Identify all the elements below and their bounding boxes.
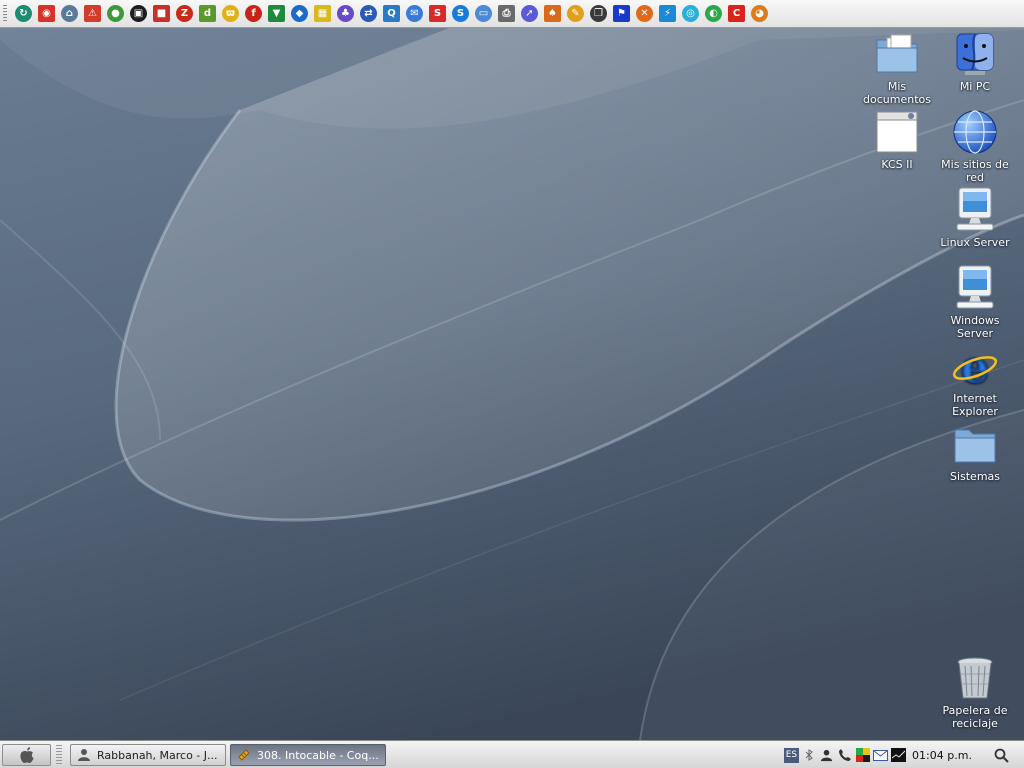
window-app-icon: [873, 108, 921, 156]
disc-blue-icon[interactable]: ◎: [682, 5, 699, 22]
monitor-graph-icon[interactable]: [890, 748, 906, 763]
task-button-chat[interactable]: Rabbanah, Marco - J...: [70, 744, 226, 766]
flash-player-icon[interactable]: f: [245, 5, 262, 22]
desktop-icon-linux-server[interactable]: Linux Server: [936, 186, 1014, 249]
refresh-globe-icon[interactable]: ↻: [15, 5, 32, 22]
ticket-orange-icon[interactable]: ✎: [567, 5, 584, 22]
disc-burn-icon[interactable]: ●: [107, 5, 124, 22]
desktop-icon-mis-documentos[interactable]: Mis documentos: [858, 30, 936, 106]
desktop-icon-mi-pc[interactable]: Mi PC: [936, 30, 1014, 93]
filezilla-icon[interactable]: Z: [176, 5, 193, 22]
task-label: Rabbanah, Marco - J...: [97, 748, 218, 762]
folder-documents-icon: [873, 30, 921, 78]
language-indicator[interactable]: ES: [784, 747, 799, 763]
desktop-icon-sistemas[interactable]: Sistemas: [936, 420, 1014, 483]
search-button[interactable]: [984, 744, 1018, 766]
skype-icon[interactable]: S: [429, 5, 446, 22]
computer-transfer-icon[interactable]: ⇄: [360, 5, 377, 22]
task-label: 308. Intocable - Coq...: [257, 748, 379, 762]
network-globe-icon: [951, 108, 999, 156]
firefox-icon[interactable]: ◕: [751, 5, 768, 22]
start-button[interactable]: [2, 744, 51, 766]
desktop-icon-internet-explorer[interactable]: e Internet Explorer: [936, 342, 1014, 419]
apple-icon: [19, 747, 33, 763]
task-button-media[interactable]: 308. Intocable - Coq...: [230, 744, 386, 766]
desktop-icon-label: Mis sitios de red: [941, 158, 1009, 184]
desktop-icon-papelera-de-reciclaje[interactable]: Papelera de reciclaje: [936, 654, 1014, 730]
stacked-windows-icon[interactable]: ❐: [590, 5, 607, 22]
desktop-icon-label: KCS II: [881, 158, 913, 171]
toolbar-grip[interactable]: [3, 5, 7, 22]
ticket-orange-icon: [238, 749, 250, 761]
quick-launch-toolbar: ↻ ◉ ⌂ ⚠ ● ▣ ■ Zd ϖ f ▼ ◆ ▦ ♣ ⇄ Q ✉ S S ▭ ⎙ ➚ ♠ ✎ ❐ ⚑ ✕ ⚡ ◎ ◐ C ◕: [0, 0, 1024, 28]
color-squares-icon[interactable]: [855, 748, 870, 763]
folder-icon: [951, 420, 999, 468]
key-tool-icon[interactable]: ♠: [544, 5, 561, 22]
skype-blue-icon[interactable]: S: [452, 5, 469, 22]
desktop-icon-mis-sitios-de-red[interactable]: Mis sitios de red: [936, 108, 1014, 184]
desktop-icon-label: Sistemas: [949, 470, 1001, 483]
warning-alert-icon[interactable]: ⚠: [84, 5, 101, 22]
computer-monitor-icon: [951, 264, 999, 312]
taskbar-separator[interactable]: [56, 745, 62, 765]
taskbar: Rabbanah, Marco - J... 308. Intocable - …: [0, 740, 1024, 768]
desktop-icon-label: Mi PC: [959, 80, 991, 93]
desktop-icon-label: Mis documentos: [863, 80, 931, 106]
mail-icon[interactable]: [872, 748, 888, 763]
winamp-icon[interactable]: ϖ: [222, 5, 239, 22]
internet-explorer-icon: e: [951, 342, 999, 394]
desktop-icon-label: Internet Explorer: [952, 392, 998, 418]
flag-blue-icon[interactable]: ⚑: [613, 5, 630, 22]
system-tray: ES: [784, 744, 906, 766]
globe-green-icon[interactable]: ◐: [705, 5, 722, 22]
magnify-search-icon[interactable]: Q: [383, 5, 400, 22]
dreamweaver-icon[interactable]: d: [199, 5, 216, 22]
scissors-x-icon[interactable]: ✕: [636, 5, 653, 22]
trash-bin-icon: [951, 654, 999, 702]
desktop-icon-windows-server[interactable]: Windows Server: [936, 264, 1014, 340]
desktop-icon-label: Windows Server: [950, 314, 1000, 340]
user-status-icon[interactable]: [820, 748, 835, 763]
user-icon: [78, 749, 90, 761]
computer-monitor-icon: [951, 186, 999, 234]
chat-bubble-icon[interactable]: ✉: [406, 5, 423, 22]
search-icon: [994, 748, 1009, 763]
desktop-icon-label: Linux Server: [940, 236, 1010, 249]
opera-red-icon[interactable]: C: [728, 5, 745, 22]
cube-blue-icon[interactable]: ◆: [291, 5, 308, 22]
desktop-icon-kcs-ii[interactable]: KCS II: [858, 108, 936, 171]
phone-icon[interactable]: [837, 748, 852, 763]
lightning-bolt-icon[interactable]: ⚡: [659, 5, 676, 22]
monitor-green-icon[interactable]: ▼: [268, 5, 285, 22]
cpu-chip-icon[interactable]: ▣: [130, 5, 147, 22]
screen-window-icon[interactable]: ▭: [475, 5, 492, 22]
svg-text:e: e: [961, 342, 989, 390]
bluetooth-icon[interactable]: [802, 748, 817, 763]
puzzle-blocks-icon[interactable]: ■: [153, 5, 170, 22]
network-people-icon[interactable]: ♣: [337, 5, 354, 22]
checkerboard-grid-icon[interactable]: ▦: [314, 5, 331, 22]
house-network-icon[interactable]: ⌂: [61, 5, 78, 22]
clock[interactable]: 01:04 p.m.: [908, 744, 976, 766]
desktop-icon-label: Papelera de reciclaje: [942, 704, 1008, 730]
arrow-curve-icon[interactable]: ➚: [521, 5, 538, 22]
opera-lips-icon[interactable]: ◉: [38, 5, 55, 22]
finder-face-icon: [951, 30, 999, 78]
printer-users-icon[interactable]: ⎙: [498, 5, 515, 22]
